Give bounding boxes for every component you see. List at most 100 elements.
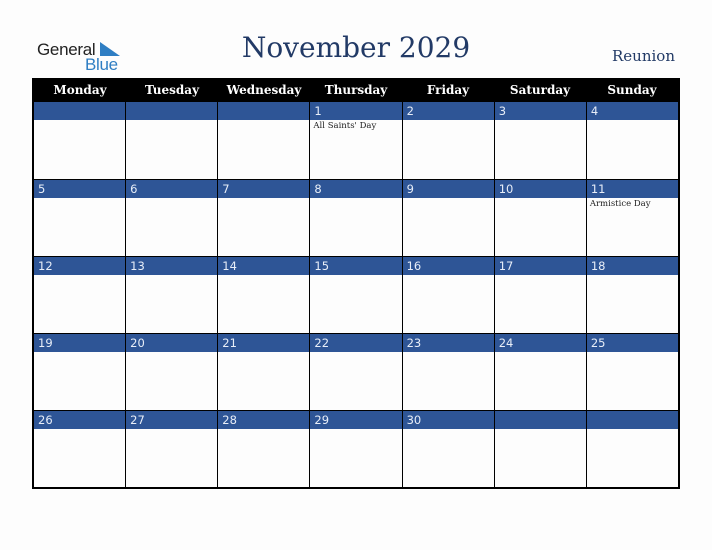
day-cell[interactable]: 29 [309, 411, 402, 487]
date-number: 30 [402, 411, 494, 429]
date-number: 19 [34, 334, 126, 352]
day-cell[interactable]: 19 [34, 334, 126, 410]
date-number: 20 [126, 334, 218, 352]
day-cell[interactable]: 4 [585, 102, 678, 179]
holiday-label: Armistice Day [589, 199, 651, 209]
day-cell[interactable]: 26 [34, 411, 126, 487]
date-number: 17 [494, 257, 586, 275]
holiday-label [403, 120, 494, 122]
day-cell[interactable] [125, 102, 218, 179]
day-cell[interactable]: 7 [217, 180, 310, 256]
holiday-label [403, 429, 494, 431]
date-number: 9 [402, 180, 494, 198]
weekday-thursday: Thursday [324, 83, 388, 97]
day-cell[interactable]: 27 [125, 411, 218, 487]
day-cell[interactable] [585, 411, 678, 487]
week-row: 1 All Saints' Day 2 3 4 [34, 102, 678, 179]
holiday-label [587, 120, 678, 122]
holiday-label [218, 275, 309, 277]
date-number [494, 411, 586, 429]
week-row: 26 27 28 29 30 [34, 410, 678, 487]
date-number: 15 [310, 257, 402, 275]
weekday-wednesday: Wednesday [226, 83, 302, 97]
date-number: 4 [586, 102, 678, 120]
day-cell[interactable]: 28 [217, 411, 310, 487]
date-number: 25 [586, 334, 678, 352]
day-cell[interactable]: 2 [401, 102, 494, 179]
holiday-label [495, 120, 586, 122]
holiday-label [218, 120, 309, 122]
day-cell[interactable]: 20 [125, 334, 218, 410]
weekday-monday: Monday [53, 83, 107, 97]
day-cell[interactable]: 16 [401, 257, 494, 333]
day-cell[interactable]: 21 [217, 334, 310, 410]
date-number: 10 [494, 180, 586, 198]
holiday-label [218, 429, 309, 431]
date-number [586, 411, 678, 429]
date-number: 27 [126, 411, 218, 429]
holiday-label [495, 352, 586, 354]
day-cell[interactable]: 22 [309, 334, 402, 410]
holiday-label [126, 198, 217, 200]
date-number: 14 [218, 257, 310, 275]
day-cell[interactable]: 5 [34, 180, 126, 256]
holiday-label [126, 429, 217, 431]
date-number [34, 102, 126, 120]
day-cell[interactable]: 30 [401, 411, 494, 487]
holiday-label [310, 198, 401, 200]
holiday-label [34, 275, 125, 277]
day-cell[interactable] [34, 102, 126, 179]
day-cell[interactable]: 10 [493, 180, 586, 256]
day-cell[interactable]: 24 [493, 334, 586, 410]
date-number: 12 [34, 257, 126, 275]
holiday-label [34, 198, 125, 200]
date-number: 18 [586, 257, 678, 275]
day-cell[interactable]: 3 [493, 102, 586, 179]
calendar-grid: Monday Tuesday Wednesday Thursday Friday… [32, 78, 680, 489]
day-cell[interactable]: 25 [585, 334, 678, 410]
day-cell[interactable]: 11 Armistice Day [585, 180, 678, 256]
date-number: 2 [402, 102, 494, 120]
date-number: 1 [310, 102, 402, 120]
day-cell[interactable]: 15 [309, 257, 402, 333]
day-cell[interactable]: 1 All Saints' Day [309, 102, 402, 179]
date-number: 22 [310, 334, 402, 352]
holiday-label [587, 352, 678, 354]
holiday-label [310, 352, 401, 354]
day-cell[interactable]: 18 [585, 257, 678, 333]
date-number: 8 [310, 180, 402, 198]
day-cell[interactable] [493, 411, 586, 487]
holiday-label [34, 352, 125, 354]
weekday-friday: Friday [426, 83, 470, 97]
weekday-sunday: Sunday [607, 83, 657, 97]
day-cell[interactable]: 9 [401, 180, 494, 256]
day-cell[interactable]: 14 [217, 257, 310, 333]
holiday-label [34, 120, 125, 122]
date-number: 6 [126, 180, 218, 198]
day-cell[interactable]: 23 [401, 334, 494, 410]
week-row: 5 6 7 8 9 10 11 Armistice Day [34, 179, 678, 256]
day-cell[interactable] [217, 102, 310, 179]
day-cell[interactable]: 13 [125, 257, 218, 333]
day-cell[interactable]: 12 [34, 257, 126, 333]
date-number: 16 [402, 257, 494, 275]
date-number: 24 [494, 334, 586, 352]
week-row: 12 13 14 15 16 17 18 [34, 256, 678, 333]
day-cell[interactable]: 6 [125, 180, 218, 256]
weekday-header-row: Monday Tuesday Wednesday Thursday Friday… [34, 78, 678, 102]
holiday-label [126, 352, 217, 354]
week-row: 19 20 21 22 23 24 25 [34, 333, 678, 410]
holiday-label [495, 275, 586, 277]
day-cell[interactable]: 8 [309, 180, 402, 256]
day-cell[interactable]: 17 [493, 257, 586, 333]
holiday-label [495, 198, 586, 200]
weekday-saturday: Saturday [509, 83, 571, 97]
date-number [126, 102, 218, 120]
page-title: November 2029 [241, 31, 471, 64]
date-number: 13 [126, 257, 218, 275]
holiday-label [403, 198, 494, 200]
holiday-label [126, 275, 217, 277]
holiday-label [310, 275, 401, 277]
date-number: 26 [34, 411, 126, 429]
date-number: 11 [586, 180, 678, 198]
